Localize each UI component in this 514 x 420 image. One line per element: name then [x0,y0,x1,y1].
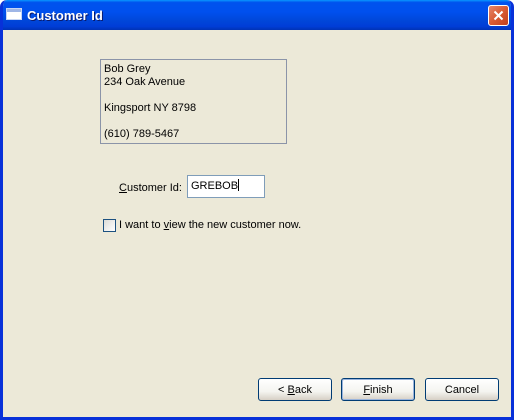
window-icon [6,8,22,20]
close-icon [493,10,504,21]
back-button[interactable]: < Back [258,378,332,401]
finish-button[interactable]: Finish [341,378,415,401]
view-customer-label[interactable]: I want to view the new customer now. [119,219,301,231]
customer-id-dialog: Customer Id Bob Grey 234 Oak Avenue King… [0,0,514,420]
title-bar[interactable]: Customer Id [3,0,511,30]
address-line: 234 Oak Avenue [104,76,186,88]
text-caret [238,179,240,191]
window-title: Customer Id [27,8,103,23]
address-line: Bob Grey [104,63,151,75]
close-button[interactable] [488,5,509,26]
customer-id-input[interactable]: GREBOB [187,175,265,198]
customer-id-label: Customer Id: [119,182,182,194]
view-customer-checkbox[interactable] [103,219,116,232]
address-line: Kingsport NY 8798 [104,102,197,114]
address-line: (610) 789-5467 [104,128,180,140]
address-line [104,115,283,128]
address-box: Bob Grey 234 Oak Avenue Kingsport NY 879… [100,59,287,144]
address-line [104,89,283,102]
cancel-button[interactable]: Cancel [425,378,499,401]
